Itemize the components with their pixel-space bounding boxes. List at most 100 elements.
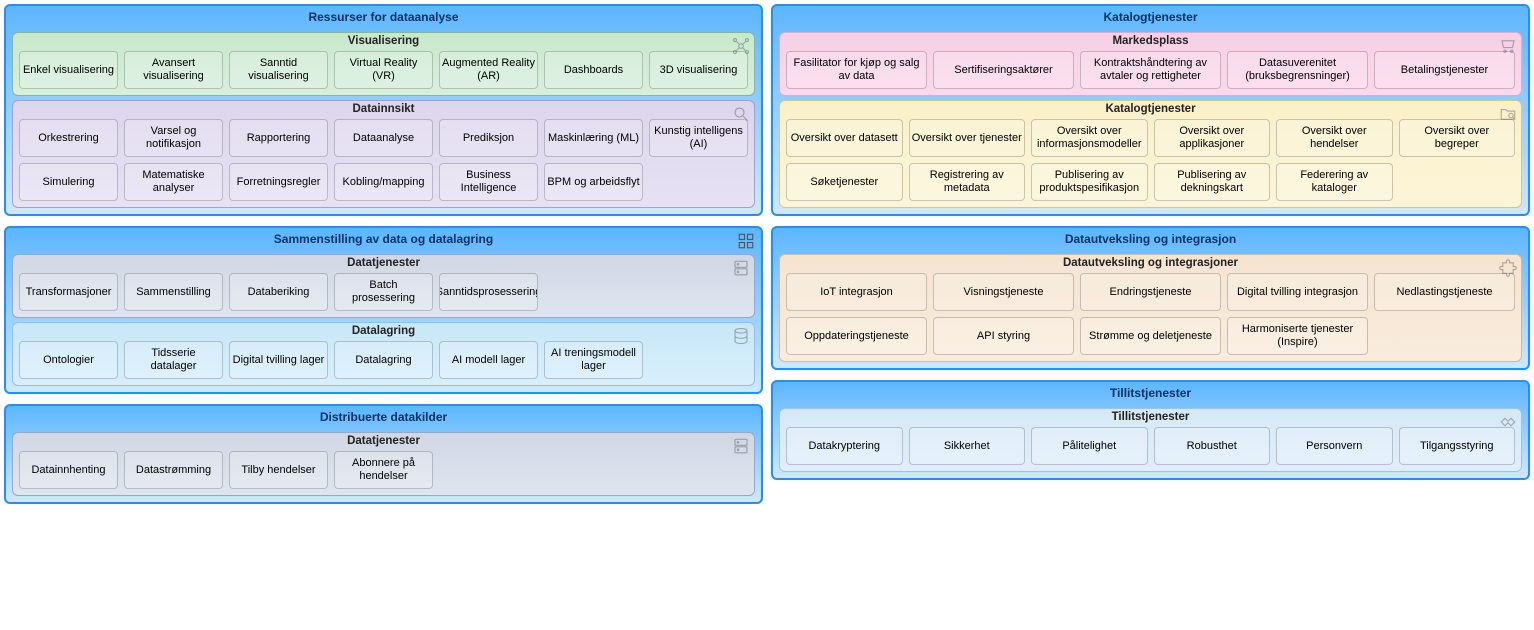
capability-tile[interactable]: Visningstjeneste — [933, 273, 1074, 311]
panel: Datautveksling og integrasjon Datautveksl… — [771, 226, 1530, 370]
capability-tile[interactable]: Augmented Reality (AR) — [439, 51, 538, 89]
capability-tile[interactable]: Oversikt over tjenester — [909, 119, 1026, 157]
cart-icon — [1499, 37, 1517, 58]
panel-title: Datautveksling og integrasjon — [779, 230, 1522, 250]
capability-tile[interactable]: Ontologier — [19, 341, 118, 379]
panel: TillitstjenesterTillitstjenesterDatakryp… — [771, 380, 1530, 480]
capability-tile[interactable]: Batch prosessering — [334, 273, 433, 311]
section: DatalagringOntologierTidsserie datalager… — [12, 322, 755, 386]
capability-tile[interactable]: Betalingstjenester — [1374, 51, 1515, 89]
capability-tile[interactable]: Tilgangsstyring — [1399, 427, 1516, 465]
capability-tile[interactable]: Oversikt over informasjonsmodeller — [1031, 119, 1148, 157]
capability-tile[interactable]: AI modell lager — [439, 341, 538, 379]
capability-tile[interactable]: Matematiske analyser — [124, 163, 223, 201]
capability-tile[interactable]: Strømme og deletjeneste — [1080, 317, 1221, 355]
capability-tile[interactable]: Endringstjeneste — [1080, 273, 1221, 311]
capability-tile[interactable]: Sertifiseringsaktører — [933, 51, 1074, 89]
capability-tile[interactable]: Datainnhenting — [19, 451, 118, 489]
servers-icon — [732, 259, 750, 280]
panel-title: Ressurser for dataanalyse — [12, 8, 755, 28]
capability-tile[interactable]: Harmoniserte tjenester (Inspire) — [1227, 317, 1368, 355]
panel-title: Sammenstilling av data og datalagring — [12, 230, 755, 250]
capability-tile[interactable]: Dataanalyse — [334, 119, 433, 157]
capability-tile[interactable]: Digital tvilling integrasjon — [1227, 273, 1368, 311]
capability-tile[interactable]: IoT integrasjon — [786, 273, 927, 311]
capability-tile[interactable]: Maskinlæring (ML) — [544, 119, 643, 157]
capability-tile[interactable]: Databeriking — [229, 273, 328, 311]
capability-tile[interactable]: Orkestrering — [19, 119, 118, 157]
capability-tile[interactable]: Tidsserie datalager — [124, 341, 223, 379]
magnifier-icon — [732, 105, 750, 126]
section-title: Datalagring — [19, 325, 748, 341]
capability-tile[interactable]: AI treningsmodell lager — [544, 341, 643, 379]
panel: Ressurser for dataanalyse VisualiseringEn… — [4, 4, 763, 216]
capability-tile[interactable]: Oversikt over datasett — [786, 119, 903, 157]
capability-tile[interactable]: Datastrømming — [124, 451, 223, 489]
capability-tile[interactable]: Sammenstilling — [124, 273, 223, 311]
capability-tile[interactable]: Sanntidsprosessering — [439, 273, 538, 311]
capability-tile[interactable]: BPM og arbeidsflyt — [544, 163, 643, 201]
capability-tile[interactable]: Publisering av dekningskart — [1154, 163, 1271, 201]
capability-tile[interactable]: Enkel visualisering — [19, 51, 118, 89]
capability-tile[interactable]: Transformasjoner — [19, 273, 118, 311]
capability-tile[interactable]: Dashboards — [544, 51, 643, 89]
panel: Katalogtjenester MarkedsplassFasilitator … — [771, 4, 1530, 216]
folder-search-icon — [1499, 105, 1517, 126]
capability-tile[interactable]: Oversikt over hendelser — [1276, 119, 1393, 157]
section-title: Datainnsikt — [19, 103, 748, 119]
capability-tile[interactable]: Tilby hendelser — [229, 451, 328, 489]
capability-tile[interactable]: Federering av kataloger — [1276, 163, 1393, 201]
capability-tile[interactable]: API styring — [933, 317, 1074, 355]
section: DatatjenesterTransformasjonerSammenstill… — [12, 254, 755, 318]
database-icon — [732, 327, 750, 348]
section-title: Katalogtjenester — [786, 103, 1515, 119]
capability-tile[interactable]: Datakryptering — [786, 427, 903, 465]
panel-title: Distribuerte datakilder — [12, 408, 755, 428]
capability-tile[interactable]: Robusthet — [1154, 427, 1271, 465]
section: Datautveksling og integrasjonerIoT integ… — [779, 254, 1522, 362]
section-title: Tillitstjenester — [786, 411, 1515, 427]
section: DatainnsiktOrkestreringVarsel og notifik… — [12, 100, 755, 208]
capability-tile[interactable]: Sanntid visualisering — [229, 51, 328, 89]
capability-tile[interactable]: Varsel og notifikasjon — [124, 119, 223, 157]
capability-tile[interactable]: Kobling/mapping — [334, 163, 433, 201]
capability-tile[interactable]: Oversikt over begreper — [1399, 119, 1516, 157]
section-title: Datatjenester — [19, 435, 748, 451]
capability-tile[interactable]: Sikkerhet — [909, 427, 1026, 465]
section: MarkedsplassFasilitator for kjøp og salg… — [779, 32, 1522, 96]
capability-tile[interactable]: Kontraktshåndtering av avtaler og rettig… — [1080, 51, 1221, 89]
panel-title: Tillitstjenester — [779, 384, 1522, 404]
servers-icon — [732, 437, 750, 458]
capability-tile[interactable]: Fasilitator for kjøp og salg av data — [786, 51, 927, 89]
capability-tile[interactable]: Business Intelligence — [439, 163, 538, 201]
section: DatatjenesterDatainnhentingDatastrømming… — [12, 432, 755, 496]
panel: Sammenstilling av data og datalagring Dat… — [4, 226, 763, 394]
capability-tile[interactable]: Rapportering — [229, 119, 328, 157]
section: KatalogtjenesterOversikt over datasettOv… — [779, 100, 1522, 208]
capability-tile[interactable]: Avansert visualisering — [124, 51, 223, 89]
capability-tile[interactable]: Digital tvilling lager — [229, 341, 328, 379]
capability-tile[interactable]: Oversikt over applikasjoner — [1154, 119, 1271, 157]
capability-tile[interactable]: Oppdateringstjeneste — [786, 317, 927, 355]
capability-tile[interactable]: Pålitelighet — [1031, 427, 1148, 465]
panel-title: Katalogtjenester — [779, 8, 1522, 28]
capability-tile[interactable]: Abonnere på hendelser — [334, 451, 433, 489]
capability-tile[interactable]: Datasuverenitet (bruksbegrensninger) — [1227, 51, 1368, 89]
section: VisualiseringEnkel visualiseringAvansert… — [12, 32, 755, 96]
grid-icon — [737, 232, 755, 253]
capability-tile[interactable]: Publisering av produktspesifikasjon — [1031, 163, 1148, 201]
section: TillitstjenesterDatakrypteringSikkerhetP… — [779, 408, 1522, 472]
capability-tile[interactable]: Personvern — [1276, 427, 1393, 465]
capability-tile[interactable]: Prediksjon — [439, 119, 538, 157]
section-title: Markedsplass — [786, 35, 1515, 51]
network-icon — [732, 37, 750, 58]
capability-tile[interactable]: Datalagring — [334, 341, 433, 379]
section-title: Datatjenester — [19, 257, 748, 273]
capability-tile[interactable]: Simulering — [19, 163, 118, 201]
section-title: Visualisering — [19, 35, 748, 51]
capability-tile[interactable]: Registrering av metadata — [909, 163, 1026, 201]
capability-tile[interactable]: Søketjenester — [786, 163, 903, 201]
capability-tile[interactable]: Forretningsregler — [229, 163, 328, 201]
capability-tile[interactable]: Virtual Reality (VR) — [334, 51, 433, 89]
capability-tile[interactable]: Nedlastingstjeneste — [1374, 273, 1515, 311]
